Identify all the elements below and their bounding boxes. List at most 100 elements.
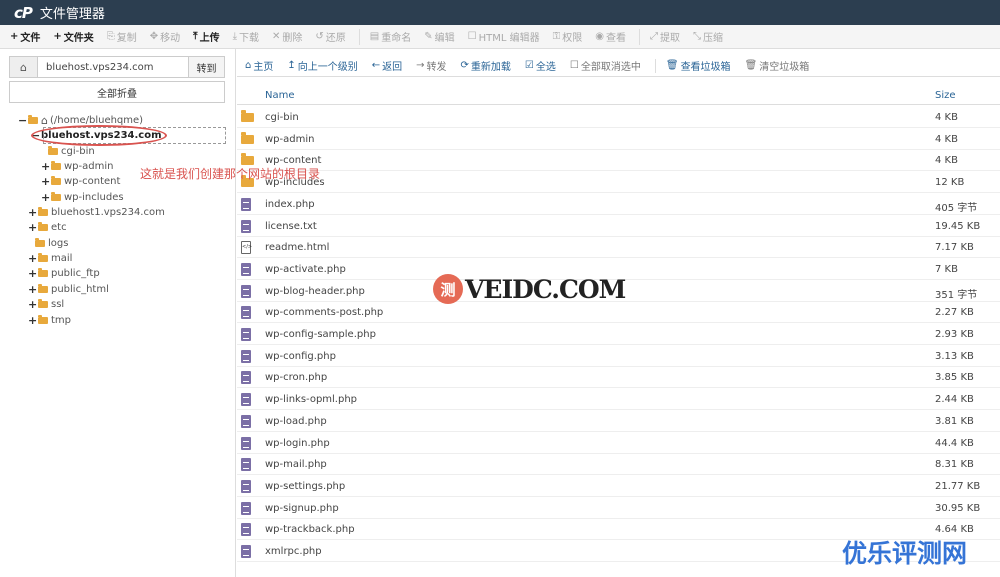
- path-input[interactable]: bluehost.vps234.com: [38, 57, 188, 77]
- toolbar-label: 删除: [282, 33, 303, 44]
- table-row[interactable]: wp-login.php 44.4 KB: [237, 433, 1000, 454]
- expand-icon[interactable]: +: [28, 298, 38, 311]
- toolbar-button-3[interactable]: ⎘ 复制: [107, 29, 137, 44]
- column-header-size[interactable]: Size: [935, 90, 956, 101]
- action-label: 全部取消选中: [580, 62, 641, 73]
- action-icon: ⟳: [460, 60, 469, 71]
- action-button-3[interactable]: ← 返回: [372, 58, 402, 73]
- expand-icon[interactable]: +: [28, 314, 38, 327]
- path-bar: ⌂ bluehost.vps234.com 转到: [9, 56, 225, 78]
- expand-icon[interactable]: +: [28, 206, 38, 219]
- table-row[interactable]: wp-config.php 3.13 KB: [237, 346, 1000, 367]
- expand-icon[interactable]: +: [28, 221, 38, 234]
- tree-item-wp-admin[interactable]: + wp-admin: [41, 159, 113, 173]
- html-file-icon: </>: [241, 241, 252, 255]
- table-row[interactable]: wp-includes 12 KB: [237, 172, 1000, 194]
- tree-item-public-ftp[interactable]: + public_ftp: [28, 266, 100, 280]
- action-button-4[interactable]: → 转发: [416, 58, 446, 73]
- toolbar-button-15[interactable]: ⤡ 压缩: [693, 29, 723, 44]
- table-row[interactable]: wp-signup.php 30.95 KB: [237, 498, 1000, 519]
- cpanel-logo[interactable]: cP: [14, 4, 33, 22]
- folder-icon: [51, 175, 61, 185]
- toolbar-icon: ⤡: [692, 31, 701, 42]
- toolbar-button-12[interactable]: ⚿ 权限: [553, 29, 583, 44]
- expand-icon[interactable]: +: [28, 283, 38, 296]
- table-row[interactable]: wp-cron.php 3.85 KB: [237, 367, 1000, 389]
- file-icon: [241, 523, 251, 537]
- title-bar: cP 文件管理器: [0, 0, 1000, 25]
- table-row[interactable]: wp-load.php 3.81 KB: [237, 411, 1000, 432]
- file-icon: [241, 284, 251, 298]
- tree-item-tmp[interactable]: + tmp: [28, 313, 71, 327]
- home-icon[interactable]: ⌂: [10, 57, 38, 77]
- table-row[interactable]: wp-config-sample.php 2.93 KB: [237, 324, 1000, 345]
- tree-item-mail[interactable]: + mail: [28, 251, 72, 265]
- toolbar-button-6[interactable]: ⤓ 下载: [233, 29, 259, 44]
- folder-icon: [51, 160, 61, 170]
- action-button-7[interactable]: ☐ 全部取消选中: [570, 58, 641, 73]
- toolbar-icon: +: [53, 31, 62, 42]
- table-row[interactable]: wp-admin 4 KB: [237, 129, 1000, 150]
- toolbar-button-4[interactable]: ✥ 移动: [150, 29, 180, 44]
- tree-item-label: bluehost1.vps234.com: [51, 206, 165, 218]
- tree-item-public-html[interactable]: + public_html: [28, 282, 109, 296]
- table-row[interactable]: license.txt 19.45 KB: [237, 216, 1000, 237]
- toolbar-button-14[interactable]: ⤢ 提取: [650, 29, 680, 44]
- actions-bar: ⌂ 主页 ↥ 向上一个级别 ← 返回 → 转发 ⟳ 重新加载 ☑ 全选 ☐ 全部取消选中 🗑 查看垃圾箱 🗑 清空…: [237, 55, 1000, 77]
- table-row[interactable]: </> readme.html 7.17 KB: [237, 237, 1000, 259]
- table-row[interactable]: wp-content 4 KB: [237, 150, 1000, 172]
- file-icon: [241, 349, 251, 363]
- toolbar-button-8[interactable]: ↺ 还原: [315, 29, 345, 44]
- file-icon: [241, 393, 251, 407]
- toolbar-label: 移动: [160, 33, 181, 44]
- table-row[interactable]: wp-comments-post.php 2.27 KB: [237, 302, 1000, 324]
- toolbar-button-2[interactable]: + 文件夹: [53, 29, 93, 44]
- file-size: 3.85 KB: [935, 372, 974, 384]
- table-row[interactable]: wp-mail.php 8.31 KB: [237, 454, 1000, 476]
- expand-icon[interactable]: +: [41, 175, 51, 188]
- tree-item-etc[interactable]: + etc: [28, 220, 67, 234]
- table-row[interactable]: wp-links-opml.php 2.44 KB: [237, 389, 1000, 411]
- toolbar-button-10[interactable]: ✎ 编辑: [424, 29, 454, 44]
- toolbar-button-5[interactable]: ⤒ 上传: [193, 29, 219, 44]
- toolbar-separator: [638, 28, 640, 45]
- toolbar-label: 上传: [199, 33, 220, 44]
- app-title: 文件管理器: [39, 7, 105, 22]
- folder-icon: [38, 221, 48, 231]
- table-row[interactable]: wp-settings.php 21.77 KB: [237, 476, 1000, 497]
- expand-icon[interactable]: +: [41, 160, 51, 173]
- tree-item-wp-includes[interactable]: + wp-includes: [41, 190, 124, 204]
- file-size: 4 KB: [935, 133, 958, 145]
- tree-item-cgi-bin[interactable]: cgi-bin: [48, 144, 95, 158]
- file-size: 2.44 KB: [935, 394, 974, 406]
- action-label: 向上一个级别: [297, 62, 358, 73]
- action-button-6[interactable]: ☑ 全选: [525, 58, 556, 73]
- tree-item-ssl[interactable]: + ssl: [28, 297, 64, 311]
- go-button[interactable]: 转到: [188, 57, 224, 77]
- tree-item-bluehost1-vps234-com[interactable]: + bluehost1.vps234.com: [28, 205, 165, 219]
- action-button-9[interactable]: 🗑 清空垃圾箱: [745, 58, 810, 73]
- tree-item-logs[interactable]: logs: [35, 236, 68, 250]
- toolbar-button-13[interactable]: ◉ 查看: [595, 29, 626, 44]
- action-button-2[interactable]: ↥ 向上一个级别: [287, 58, 357, 73]
- file-size: 2.27 KB: [935, 307, 974, 319]
- toolbar-button-11[interactable]: ☐ HTML 编辑器: [468, 29, 540, 44]
- toolbar-button-1[interactable]: + 文件: [10, 29, 40, 44]
- expand-icon[interactable]: +: [41, 191, 51, 204]
- toolbar-button-9[interactable]: ▤ 重命名: [370, 29, 411, 44]
- tree-item-wp-content[interactable]: + wp-content: [41, 174, 120, 188]
- collapse-icon[interactable]: −: [18, 114, 28, 127]
- table-row[interactable]: index.php 405 字节: [237, 194, 1000, 215]
- action-button-5[interactable]: ⟳ 重新加载: [461, 58, 511, 73]
- expand-icon[interactable]: +: [28, 252, 38, 265]
- toolbar-icon: ☐: [467, 31, 477, 42]
- file-name: wp-admin: [265, 133, 315, 145]
- toolbar-button-7[interactable]: ✕ 删除: [272, 29, 302, 44]
- toolbar-icon: ✕: [272, 31, 281, 42]
- action-button-1[interactable]: ⌂ 主页: [245, 58, 273, 73]
- column-header-name[interactable]: Name: [265, 90, 295, 101]
- action-button-8[interactable]: 🗑 查看垃圾箱: [666, 58, 731, 73]
- collapse-all-button[interactable]: 全部折叠: [9, 81, 225, 103]
- expand-icon[interactable]: +: [28, 267, 38, 280]
- table-row[interactable]: cgi-bin 4 KB: [237, 107, 1000, 128]
